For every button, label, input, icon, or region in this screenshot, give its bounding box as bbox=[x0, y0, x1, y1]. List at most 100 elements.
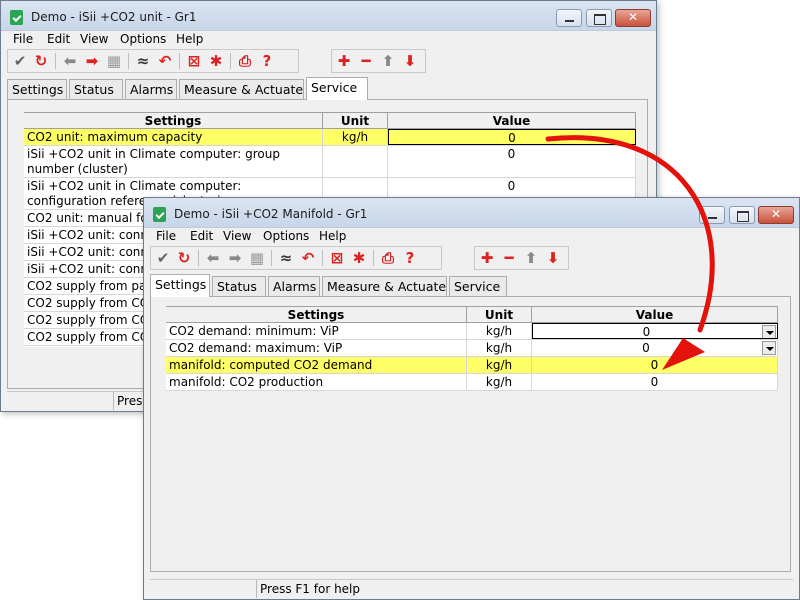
refresh-icon[interactable]: ↻ bbox=[175, 249, 193, 267]
toolbar-separator bbox=[230, 53, 231, 69]
menu-help[interactable]: Help bbox=[176, 32, 203, 46]
status-separator bbox=[113, 392, 114, 410]
unit-cell: kg/h bbox=[467, 323, 532, 339]
co2-manifold-window[interactable]: Demo - iSii +CO2 Manifold - Gr1 File Edi… bbox=[143, 197, 800, 600]
tab-measure-actuate[interactable]: Measure & Actuate bbox=[322, 276, 447, 296]
cancel-icon[interactable]: ⊠ bbox=[185, 52, 203, 70]
grid-header: Settings Unit Value bbox=[24, 112, 636, 129]
table-row[interactable]: manifold: CO2 production kg/h 0 bbox=[166, 374, 778, 391]
setting-cell: manifold: CO2 production bbox=[166, 374, 467, 390]
toolbar-separator bbox=[198, 250, 199, 266]
cancel-icon[interactable]: ⊠ bbox=[328, 249, 346, 267]
menu-view[interactable]: View bbox=[223, 229, 251, 243]
table-row[interactable]: manifold: computed CO2 demand kg/h 0 bbox=[166, 357, 778, 374]
setting-cell: CO2 unit: maximum capacity bbox=[24, 129, 323, 145]
grid-header: Settings Unit Value bbox=[166, 306, 778, 323]
grid-icon[interactable]: ▦ bbox=[248, 249, 266, 267]
help-icon[interactable]: ? bbox=[401, 249, 419, 267]
title-bar[interactable]: Demo - iSii +CO2 unit - Gr1 bbox=[1, 1, 656, 31]
forward-arrow-icon[interactable]: ➡ bbox=[83, 52, 101, 70]
tab-service[interactable]: Service bbox=[306, 77, 368, 100]
menu-view[interactable]: View bbox=[80, 32, 108, 46]
menu-bar: File Edit View Options Help bbox=[1, 31, 656, 49]
minimize-button[interactable] bbox=[556, 9, 582, 27]
print-icon[interactable]: ⎙ bbox=[236, 52, 254, 70]
setting-cell: iSii +CO2 unit in Climate computer: grou… bbox=[24, 146, 323, 177]
value-cell[interactable]: 0 bbox=[388, 129, 636, 145]
help-icon[interactable]: ? bbox=[258, 52, 276, 70]
window-title: Demo - iSii +CO2 unit - Gr1 bbox=[31, 10, 197, 24]
title-bar[interactable]: Demo - iSii +CO2 Manifold - Gr1 bbox=[144, 198, 799, 228]
value-cell[interactable]: 0 bbox=[532, 357, 778, 373]
column-header-value[interactable]: Value bbox=[388, 113, 636, 128]
refresh-icon[interactable]: ↻ bbox=[32, 52, 50, 70]
tab-service[interactable]: Service bbox=[449, 276, 507, 296]
check-icon[interactable]: ✔ bbox=[11, 52, 29, 70]
unit-cell: kg/h bbox=[467, 340, 532, 356]
tab-alarms[interactable]: Alarms bbox=[268, 276, 320, 296]
undo-icon[interactable]: ↶ bbox=[299, 249, 317, 267]
row-toolbar: ✚ ━ ⬆ ⬇ bbox=[331, 49, 426, 73]
chevron-down-icon[interactable] bbox=[762, 325, 776, 338]
value-cell[interactable]: 0 bbox=[532, 374, 778, 390]
remove-icon[interactable]: ━ bbox=[500, 249, 518, 267]
toolbar-separator bbox=[271, 250, 272, 266]
table-row[interactable]: CO2 unit: maximum capacity kg/h 0 bbox=[24, 129, 636, 146]
tab-status[interactable]: Status bbox=[212, 276, 266, 296]
menu-file[interactable]: File bbox=[156, 229, 176, 243]
value-cell[interactable]: 0 bbox=[388, 146, 636, 177]
column-header-settings[interactable]: Settings bbox=[166, 307, 467, 322]
undo-icon[interactable]: ↶ bbox=[156, 52, 174, 70]
collapse-icon[interactable]: ≈ bbox=[134, 52, 152, 70]
column-header-unit[interactable]: Unit bbox=[323, 113, 388, 128]
table-row[interactable]: CO2 demand: minimum: ViP kg/h 0 bbox=[166, 323, 778, 340]
table-row[interactable]: CO2 demand: maximum: ViP kg/h 0 bbox=[166, 340, 778, 357]
tab-alarms[interactable]: Alarms bbox=[125, 79, 177, 99]
back-arrow-icon[interactable]: ⬅ bbox=[204, 249, 222, 267]
toolbar-separator bbox=[179, 53, 180, 69]
tab-measure-actuate[interactable]: Measure & Actuate bbox=[179, 79, 304, 99]
column-header-unit[interactable]: Unit bbox=[467, 307, 532, 322]
check-icon[interactable]: ✔ bbox=[154, 249, 172, 267]
menu-file[interactable]: File bbox=[13, 32, 33, 46]
toolbar-separator bbox=[128, 53, 129, 69]
tab-status[interactable]: Status bbox=[69, 79, 123, 99]
menu-edit[interactable]: Edit bbox=[47, 32, 70, 46]
unit-cell: kg/h bbox=[467, 374, 532, 390]
menu-help[interactable]: Help bbox=[319, 229, 346, 243]
unit-cell: kg/h bbox=[323, 129, 388, 145]
close-button[interactable] bbox=[615, 9, 651, 27]
value-dropdown[interactable]: 0 bbox=[532, 340, 778, 356]
close-button[interactable] bbox=[758, 206, 794, 224]
forward-arrow-icon[interactable]: ➡ bbox=[226, 249, 244, 267]
table-row[interactable]: iSii +CO2 unit in Climate computer: grou… bbox=[24, 146, 636, 178]
grid-icon[interactable]: ▦ bbox=[105, 52, 123, 70]
maximize-button[interactable] bbox=[729, 206, 755, 224]
move-up-icon[interactable]: ⬆ bbox=[379, 52, 397, 70]
menu-options[interactable]: Options bbox=[120, 32, 166, 46]
back-arrow-icon[interactable]: ⬅ bbox=[61, 52, 79, 70]
add-icon[interactable]: ✚ bbox=[478, 249, 496, 267]
remove-icon[interactable]: ━ bbox=[357, 52, 375, 70]
menu-edit[interactable]: Edit bbox=[190, 229, 213, 243]
asterisk-icon[interactable]: ✱ bbox=[350, 249, 368, 267]
chevron-down-icon[interactable] bbox=[762, 341, 776, 355]
toolbar-separator bbox=[55, 53, 56, 69]
minimize-button[interactable] bbox=[699, 206, 725, 224]
move-down-icon[interactable]: ⬇ bbox=[401, 52, 419, 70]
add-icon[interactable]: ✚ bbox=[335, 52, 353, 70]
asterisk-icon[interactable]: ✱ bbox=[207, 52, 225, 70]
move-down-icon[interactable]: ⬇ bbox=[544, 249, 562, 267]
column-header-settings[interactable]: Settings bbox=[24, 113, 323, 128]
menu-options[interactable]: Options bbox=[263, 229, 309, 243]
tab-settings[interactable]: Settings bbox=[7, 79, 67, 99]
value-dropdown[interactable]: 0 bbox=[532, 323, 778, 339]
move-up-icon[interactable]: ⬆ bbox=[522, 249, 540, 267]
maximize-button[interactable] bbox=[586, 9, 612, 27]
print-icon[interactable]: ⎙ bbox=[379, 249, 397, 267]
tab-settings[interactable]: Settings bbox=[150, 274, 210, 297]
toolbar-separator bbox=[322, 250, 323, 266]
collapse-icon[interactable]: ≈ bbox=[277, 249, 295, 267]
column-header-value[interactable]: Value bbox=[532, 307, 778, 322]
unit-cell: kg/h bbox=[467, 357, 532, 373]
